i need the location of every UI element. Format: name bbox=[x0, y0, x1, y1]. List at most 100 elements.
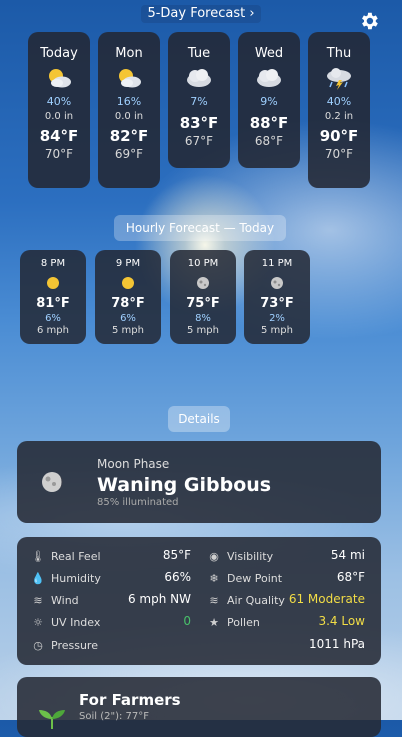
wind-icon: ≋ bbox=[33, 593, 43, 607]
farmers-title: For Farmers bbox=[79, 691, 181, 709]
thunderstorm-icon bbox=[308, 65, 370, 91]
hour-card[interactable]: 11 PM 73°F 2% 5 mph bbox=[244, 250, 310, 344]
low-temp: 68°F bbox=[254, 134, 284, 148]
star-icon: ★ bbox=[209, 615, 219, 629]
precip-amount: 0.0 in bbox=[114, 111, 144, 122]
detail-dew-point: ❄ Dew Point bbox=[207, 569, 282, 587]
header-bar: 5-Day Forecast › bbox=[0, 2, 402, 24]
hour-wind: 5 mph bbox=[187, 325, 219, 336]
detail-value: 66% bbox=[164, 570, 191, 584]
hour-wind: 6 mph bbox=[37, 325, 69, 336]
cloud-icon bbox=[238, 65, 300, 91]
air-icon: ≋ bbox=[209, 593, 219, 607]
hour-precip: 2% bbox=[269, 313, 285, 324]
day-name: Mon bbox=[115, 46, 143, 61]
detail-value: 54 mi bbox=[330, 548, 365, 562]
detail-value: 3.4 Low bbox=[318, 614, 365, 628]
detail-humidity: 💧 Humidity bbox=[31, 569, 101, 587]
hourly-forecast: 8 PM 81°F 6% 6 mph 9 PM 78°F 6% 5 mph 10… bbox=[20, 250, 320, 346]
hour-wind: 5 mph bbox=[261, 325, 293, 336]
hour-temp: 81°F bbox=[36, 296, 70, 311]
low-temp: 69°F bbox=[114, 147, 144, 161]
details-card: 🌡 Real Feel 85°F 💧 Humidity 66% ≋ Wind 6… bbox=[17, 537, 381, 665]
high-temp: 84°F bbox=[39, 127, 79, 145]
detail-pollen: ★ Pollen bbox=[207, 613, 260, 631]
hour-card[interactable]: 10 PM 75°F 8% 5 mph bbox=[170, 250, 236, 344]
detail-value: 68°F bbox=[336, 570, 365, 584]
detail-value: 6 mph NW bbox=[127, 592, 191, 606]
precip-chance: 16% bbox=[116, 95, 142, 108]
precip-chance: 40% bbox=[46, 95, 72, 108]
detail-value: 85°F bbox=[162, 548, 191, 562]
moon-icon bbox=[244, 274, 310, 292]
snowflake-icon: ❄ bbox=[209, 571, 219, 585]
detail-wind: ≋ Wind bbox=[31, 591, 79, 609]
day-name: Today bbox=[40, 46, 78, 61]
cloud-icon bbox=[168, 65, 230, 91]
precip-chance: 9% bbox=[260, 95, 278, 108]
hour-time: 10 PM bbox=[187, 258, 219, 269]
day-card-wed[interactable]: Wed 9% 88°F 68°F bbox=[238, 32, 300, 168]
hour-temp: 78°F bbox=[111, 296, 145, 311]
precip-amount: 0.2 in bbox=[324, 111, 354, 122]
high-temp: 82°F bbox=[109, 127, 149, 145]
detail-label: Visibility bbox=[227, 549, 274, 563]
hour-precip: 6% bbox=[120, 313, 136, 324]
detail-real-feel: 🌡 Real Feel bbox=[31, 547, 101, 565]
moon-illumination: 85% illuminated bbox=[97, 497, 179, 508]
sun-icon bbox=[20, 274, 86, 292]
hour-precip: 8% bbox=[195, 313, 211, 324]
uv-icon: ☼ bbox=[33, 615, 43, 629]
high-temp: 90°F bbox=[319, 127, 359, 145]
hour-time: 11 PM bbox=[261, 258, 293, 269]
detail-label: Pollen bbox=[227, 615, 260, 629]
hour-temp: 75°F bbox=[186, 296, 220, 311]
farmers-card[interactable]: For Farmers Soil (2"): 77°F bbox=[17, 677, 381, 737]
hour-precip: 6% bbox=[45, 313, 61, 324]
moon-phase-label: Moon Phase bbox=[97, 457, 170, 471]
hour-card[interactable]: 8 PM 81°F 6% 6 mph bbox=[20, 250, 86, 344]
pressure-value: 1011 hPa bbox=[308, 637, 365, 651]
thermometer-icon: 🌡 bbox=[31, 549, 45, 563]
precip-amount: 0.0 in bbox=[44, 111, 74, 122]
moon-icon bbox=[170, 274, 236, 292]
five-day-forecast-link[interactable]: 5-Day Forecast › bbox=[141, 5, 261, 23]
eye-icon: ◉ bbox=[209, 549, 219, 563]
high-temp: 83°F bbox=[179, 114, 219, 132]
hour-wind: 5 mph bbox=[112, 325, 144, 336]
partly-sunny-icon bbox=[28, 65, 90, 91]
precip-chance: 7% bbox=[190, 95, 208, 108]
hour-temp: 73°F bbox=[260, 296, 294, 311]
day-card-today[interactable]: Today 40% 0.0 in 84°F 70°F bbox=[28, 32, 90, 188]
hour-card[interactable]: 9 PM 78°F 6% 5 mph bbox=[95, 250, 161, 344]
details-button[interactable]: Details bbox=[168, 406, 230, 432]
five-day-forecast: Today 40% 0.0 in 84°F 70°F Mon 16% 0.0 i… bbox=[28, 32, 374, 192]
detail-pressure: ◷ Pressure bbox=[31, 636, 98, 654]
low-temp: 70°F bbox=[324, 147, 354, 161]
high-temp: 88°F bbox=[249, 114, 289, 132]
partly-sunny-icon bbox=[98, 65, 160, 91]
detail-value: 0 bbox=[183, 614, 191, 628]
hour-time: 9 PM bbox=[115, 258, 141, 269]
day-card-tue[interactable]: Tue 7% 83°F 67°F bbox=[168, 32, 230, 168]
moon-phase-card: Moon Phase Waning Gibbous 85% illuminate… bbox=[17, 441, 381, 523]
detail-uv-index: ☼ UV Index bbox=[31, 613, 100, 631]
detail-label: Real Feel bbox=[51, 549, 101, 563]
day-name: Tue bbox=[187, 46, 211, 61]
hourly-forecast-title: Hourly Forecast — Today bbox=[114, 215, 286, 241]
detail-air-quality: ≋ Air Quality bbox=[207, 591, 285, 609]
gear-icon[interactable] bbox=[358, 10, 380, 32]
detail-label: Pressure bbox=[51, 638, 98, 652]
gauge-icon: ◷ bbox=[33, 638, 43, 652]
day-card-thu[interactable]: Thu 40% 0.2 in 90°F 70°F bbox=[308, 32, 370, 188]
detail-value: 61 Moderate bbox=[288, 592, 365, 606]
droplet-icon: 💧 bbox=[31, 571, 45, 585]
precip-chance: 40% bbox=[326, 95, 352, 108]
low-temp: 70°F bbox=[44, 147, 74, 161]
hour-time: 8 PM bbox=[40, 258, 66, 269]
detail-label: Wind bbox=[51, 593, 79, 607]
day-name: Thu bbox=[326, 46, 352, 61]
day-card-mon[interactable]: Mon 16% 0.0 in 82°F 69°F bbox=[98, 32, 160, 188]
detail-label: Dew Point bbox=[227, 571, 283, 585]
moon-phase-value: Waning Gibbous bbox=[97, 474, 272, 496]
